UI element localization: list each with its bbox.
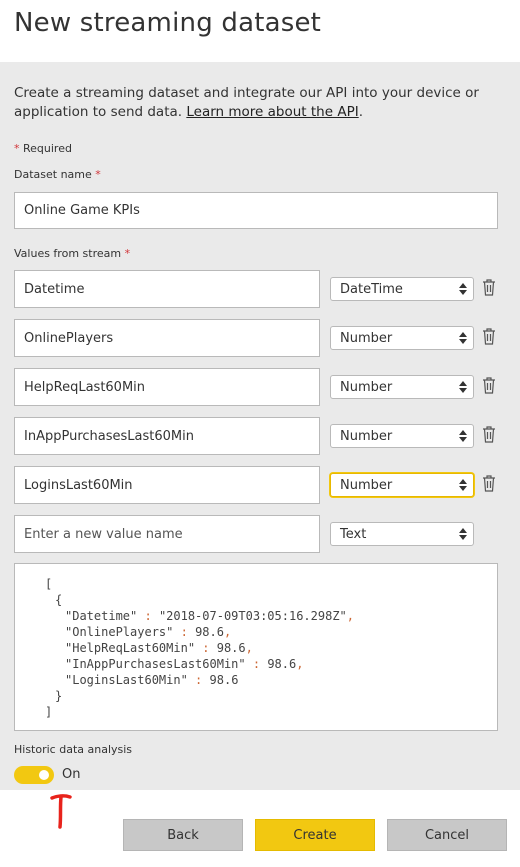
value-type-label: DateTime <box>340 281 403 297</box>
json-line: "Datetime" : "2018-07-09T03:05:16.298Z", <box>45 608 497 624</box>
json-key: "LoginsLast60Min" <box>65 673 188 687</box>
trash-icon[interactable] <box>482 475 496 492</box>
updown-arrows-icon <box>459 528 467 540</box>
updown-arrows-icon <box>459 283 467 295</box>
json-key: "HelpReqLast60Min" <box>65 641 196 655</box>
description-end: . <box>358 104 363 120</box>
values-from-stream-label: Values from stream * <box>14 247 130 260</box>
json-line: "HelpReqLast60Min" : 98.6, <box>45 640 497 656</box>
json-colon: : <box>137 609 159 623</box>
json-value: "2018-07-09T03:05:16.298Z" <box>158 609 347 623</box>
value-type-select-inapppurchases[interactable]: Number <box>330 424 474 448</box>
value-type-label: Number <box>340 477 393 493</box>
json-colon: : <box>245 657 268 671</box>
value-type-select-helpreq[interactable]: Number <box>330 375 474 399</box>
updown-arrows-icon <box>459 479 467 491</box>
value-name-input-logins[interactable]: LoginsLast60Min <box>14 466 320 504</box>
updown-arrows-icon <box>459 430 467 442</box>
value-name-input-inapppurchases[interactable]: InAppPurchasesLast60Min <box>14 417 320 455</box>
json-close-brace: } <box>55 689 63 703</box>
value-name-input-helpreq[interactable]: HelpReqLast60Min <box>14 368 320 406</box>
json-line: "LoginsLast60Min" : 98.6 <box>45 672 497 688</box>
learn-more-link[interactable]: Learn more about the API <box>186 104 358 120</box>
json-open-bracket: [ <box>45 577 53 591</box>
value-type-label: Number <box>340 379 393 395</box>
json-key: "OnlinePlayers" <box>65 625 174 639</box>
required-note: * Required <box>14 142 72 155</box>
value-name-input-onlineplayers[interactable]: OnlinePlayers <box>14 319 320 357</box>
value-type-label: Number <box>340 428 393 444</box>
updown-arrows-icon <box>459 332 467 344</box>
cancel-button[interactable]: Cancel <box>387 819 507 851</box>
dialog-header: New streaming dataset <box>0 0 520 62</box>
description-text: Create a streaming dataset and integrate… <box>14 84 484 122</box>
value-type-label: Number <box>340 330 393 346</box>
json-sample-box: [{"Datetime" : "2018-07-09T03:05:16.298Z… <box>14 563 498 731</box>
json-colon: : <box>195 641 217 655</box>
new-value-name-input[interactable]: Enter a new value name <box>14 515 320 553</box>
required-text: Required <box>19 142 72 155</box>
trash-icon[interactable] <box>482 279 496 296</box>
toggle-state-label: On <box>62 767 81 782</box>
trash-icon[interactable] <box>482 328 496 345</box>
dataset-name-label-text: Dataset name <box>14 168 92 181</box>
json-open-brace: { <box>55 593 63 607</box>
trash-icon[interactable] <box>482 426 496 443</box>
json-comma: , <box>223 625 232 639</box>
value-type-select-datetime[interactable]: DateTime <box>330 277 474 301</box>
json-value: 98.6 <box>267 657 297 671</box>
dataset-name-label: Dataset name * <box>14 168 101 181</box>
json-value: 98.6 <box>195 625 224 639</box>
dataset-name-input[interactable]: Online Game KPIs <box>14 192 498 229</box>
historic-data-toggle[interactable] <box>14 766 54 784</box>
json-key: "InAppPurchasesLast60Min" <box>65 657 246 671</box>
value-type-label: Text <box>340 526 367 542</box>
values-required-star: * <box>124 247 131 260</box>
value-name-input-datetime[interactable]: Datetime <box>14 270 320 308</box>
values-label-text: Values from stream <box>14 247 122 260</box>
json-close-bracket: ] <box>45 705 53 719</box>
json-comma: , <box>296 657 304 671</box>
json-colon: : <box>173 625 196 639</box>
json-comma: , <box>245 641 253 655</box>
toggle-knob <box>39 770 49 780</box>
json-comma: , <box>346 609 355 623</box>
json-colon: : <box>187 673 210 687</box>
historic-data-label: Historic data analysis <box>14 743 133 756</box>
new-value-type-select[interactable]: Text <box>330 522 474 546</box>
json-line: "OnlinePlayers" : 98.6, <box>45 624 497 640</box>
json-line: "InAppPurchasesLast60Min" : 98.6, <box>45 656 497 672</box>
json-key: "Datetime" <box>65 609 138 623</box>
json-value: 98.6 <box>216 641 246 655</box>
value-type-select-logins[interactable]: Number <box>330 473 474 497</box>
dialog-title: New streaming dataset <box>14 8 322 38</box>
updown-arrows-icon <box>459 381 467 393</box>
value-type-select-onlineplayers[interactable]: Number <box>330 326 474 350</box>
back-button[interactable]: Back <box>123 819 243 851</box>
json-value: 98.6 <box>209 673 239 687</box>
create-button[interactable]: Create <box>255 819 375 851</box>
trash-icon[interactable] <box>482 377 496 394</box>
red-arrow-annotation-icon <box>50 794 72 829</box>
dataset-name-required-star: * <box>95 168 101 181</box>
